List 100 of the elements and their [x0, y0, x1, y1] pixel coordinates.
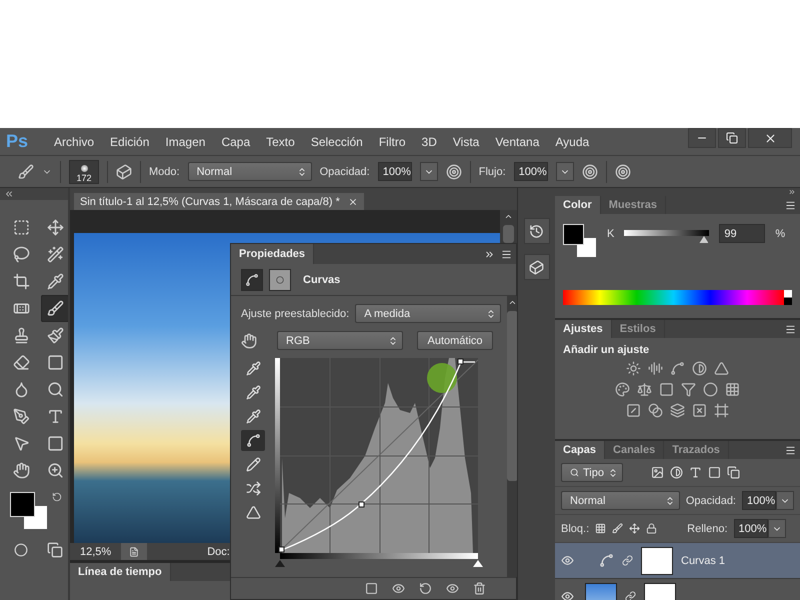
restore-icon	[726, 132, 738, 144]
scrollbar[interactable]	[507, 296, 517, 577]
triangle-icon[interactable]	[714, 361, 729, 376]
scrollbar-thumb[interactable]	[507, 311, 517, 481]
layers-icon[interactable]	[670, 403, 685, 418]
opacity-dropdown-button[interactable]	[776, 491, 794, 510]
slider-thumb[interactable]	[699, 236, 708, 243]
panel-tab[interactable]: Color	[555, 196, 601, 214]
trash-icon[interactable]	[473, 582, 486, 595]
close-button[interactable]	[748, 128, 792, 148]
opacity-field[interactable]: 100%	[378, 162, 412, 181]
visibility-icon[interactable]	[446, 582, 459, 595]
menu-item[interactable]: Ventana	[487, 134, 548, 148]
visibility-icon[interactable]	[561, 590, 574, 600]
fill-field[interactable]: 100%	[734, 519, 768, 538]
auto-button[interactable]: Automático	[417, 331, 493, 350]
cross-icon[interactable]	[692, 403, 707, 418]
status-menu-button[interactable]	[121, 543, 148, 560]
default-colors-swatch[interactable]	[784, 290, 792, 305]
restore-button[interactable]	[718, 128, 746, 148]
scale-icon[interactable]	[637, 382, 652, 397]
curve-icon[interactable]	[670, 361, 685, 376]
sun-icon[interactable]	[626, 361, 641, 376]
menu-item[interactable]: Selección	[302, 134, 371, 148]
panel-tab[interactable]: Propiedades	[231, 244, 314, 264]
menu-item[interactable]: Imagen	[157, 134, 214, 148]
panel-tab[interactable]: Ajustes	[555, 320, 612, 338]
input-slider-track[interactable]	[275, 559, 483, 567]
levels-icon[interactable]	[648, 361, 663, 376]
panel-tab[interactable]: Trazados	[664, 441, 729, 459]
blend-mode-dropdown[interactable]: Normal	[561, 491, 680, 510]
cube-button[interactable]	[524, 254, 550, 280]
hand-icon[interactable]	[241, 332, 257, 348]
reset-icon[interactable]	[419, 582, 432, 595]
square-icon[interactable]	[659, 382, 674, 397]
filter-dropdown[interactable]: Tipo	[561, 463, 623, 482]
view-previous-icon[interactable]	[392, 582, 405, 595]
link-icon[interactable]	[625, 591, 636, 600]
fill-dropdown-button[interactable]	[768, 519, 786, 538]
collapse-icon[interactable]	[4, 189, 14, 199]
move-icon[interactable]	[629, 523, 640, 534]
collapse-icon[interactable]	[484, 248, 495, 260]
palette-icon[interactable]	[615, 382, 630, 397]
type-filter-icon[interactable]	[689, 466, 702, 479]
caret-icon	[486, 308, 496, 318]
menu-icon[interactable]	[785, 200, 796, 210]
menu-item[interactable]: Ayuda	[547, 134, 598, 148]
menu-item[interactable]: Edición	[102, 134, 158, 148]
filter-icon[interactable]	[681, 382, 696, 397]
menu-item[interactable]: Vista	[444, 134, 488, 148]
history-button[interactable]	[524, 218, 550, 244]
panel-tab[interactable]: Muestras	[600, 196, 666, 214]
mode-dropdown[interactable]: Normal	[188, 162, 312, 181]
opacity-dropdown-button[interactable]	[420, 162, 438, 181]
frame-icon[interactable]	[714, 403, 729, 418]
document-tab[interactable]: Sin título-1 al 12,5% (Curvas 1, Máscara de capa/8) *	[74, 193, 364, 210]
menu-icon[interactable]	[785, 324, 796, 334]
curves-graph[interactable]	[275, 358, 479, 553]
menu-item[interactable]: Capa	[213, 134, 258, 148]
circle-icon[interactable]	[703, 382, 718, 397]
menu-item[interactable]: Filtro	[370, 134, 414, 148]
grid-icon[interactable]	[725, 382, 740, 397]
color-spectrum[interactable]	[563, 290, 784, 305]
brush-icon[interactable]	[18, 164, 34, 180]
color-swatches-drawing[interactable]	[563, 224, 597, 258]
brush-icon[interactable]	[612, 523, 624, 534]
scrollbar-thumb[interactable]	[503, 225, 514, 243]
layer-row[interactable]: Curvas 1	[555, 543, 800, 579]
value-field[interactable]: 99	[719, 224, 766, 243]
brush-preset-picker[interactable]: 172	[69, 160, 99, 184]
color-swatches-drawing[interactable]	[10, 492, 48, 530]
menu-icon[interactable]	[501, 248, 512, 260]
visibility-icon[interactable]	[561, 554, 574, 567]
menu-item[interactable]: 3D	[414, 134, 445, 148]
close-icon[interactable]	[348, 196, 358, 206]
menu-item[interactable]: Texto	[258, 134, 303, 148]
panel-tab[interactable]: Canales	[605, 441, 664, 459]
panel-tab[interactable]: Capas	[555, 441, 606, 459]
opacity-label: Opacidad:	[320, 166, 370, 178]
pen-icon	[12, 408, 30, 425]
menu-icon[interactable]	[785, 444, 796, 456]
mask-button[interactable]	[269, 268, 291, 290]
flow-dropdown-button[interactable]	[556, 162, 574, 181]
menu-item[interactable]: Archivo	[46, 134, 102, 148]
collapse-icon[interactable]	[788, 188, 796, 196]
channel-dropdown[interactable]: RGB	[277, 331, 403, 350]
image-filter-icon[interactable]	[651, 466, 664, 479]
link-icon[interactable]	[622, 555, 633, 566]
curves-adjustment-button[interactable]	[241, 268, 263, 290]
curve-tool[interactable]	[241, 430, 265, 451]
preset-dropdown[interactable]: A medida	[355, 304, 502, 323]
panel-tab[interactable]: Línea de tiempo	[70, 563, 171, 581]
blend-icon[interactable]	[648, 403, 663, 418]
brush-tool[interactable]	[41, 295, 68, 322]
swap-icon[interactable]	[52, 492, 62, 502]
lock-icon[interactable]	[646, 523, 658, 534]
flow-field[interactable]: 100%	[514, 162, 548, 181]
curve-icon	[246, 433, 260, 448]
opacity-field[interactable]: 100%	[742, 491, 776, 510]
panel-tab[interactable]: Estilos	[612, 320, 665, 338]
